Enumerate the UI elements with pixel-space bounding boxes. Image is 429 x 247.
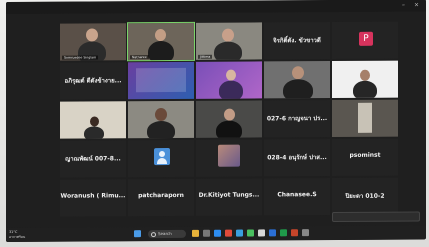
- participant-display-name: ญาณพัฒน์ 007-8...: [65, 155, 121, 163]
- participant-tile[interactable]: Natnaree: [127, 21, 195, 62]
- screen: – × Somruedee Singlam Natnaree Jittima จ…: [0, 0, 429, 247]
- taskbar-search[interactable]: Search: [148, 229, 186, 239]
- participant-tile[interactable]: [196, 139, 262, 177]
- gallery-grid: Somruedee Singlam Natnaree Jittima จิรกิ…: [60, 21, 400, 217]
- participant-tile[interactable]: [128, 139, 194, 178]
- participant-display-name: ปิยะดา 010-2: [345, 192, 385, 200]
- participant-tile[interactable]: Dr.Kitiyot Tungs...: [196, 178, 262, 216]
- participant-tile[interactable]: [264, 61, 330, 99]
- participant-face: [292, 66, 304, 80]
- participant-name: Jittima: [198, 54, 213, 59]
- participant-body: [283, 79, 313, 99]
- participant-face: [226, 69, 236, 81]
- participant-tile[interactable]: psominst: [332, 138, 398, 177]
- participant-tile[interactable]: [332, 99, 398, 138]
- default-avatar-icon: [154, 147, 170, 166]
- shared-slide-tile[interactable]: [128, 61, 194, 100]
- participant-tile[interactable]: [196, 61, 262, 99]
- task-view-icon[interactable]: [203, 229, 210, 237]
- participant-display-name: Chanasee.S: [277, 191, 317, 199]
- participant-tile[interactable]: Woranush ( Rimu...: [60, 179, 126, 217]
- participant-body: [84, 126, 104, 139]
- participant-video: [358, 102, 372, 133]
- participant-face: [155, 108, 167, 122]
- participant-tile[interactable]: Jittima: [196, 22, 262, 60]
- participant-tile[interactable]: จิรกิติ์ตัง. ขัวขาวดี: [264, 22, 330, 60]
- line-app-icon[interactable]: [247, 229, 254, 237]
- participant-name: Somruedee Singlam: [62, 55, 99, 60]
- participant-tile[interactable]: อภิรุฒต์ ดีตังข้างาย...: [60, 62, 126, 100]
- close-button[interactable]: ×: [414, 1, 419, 8]
- participant-body: [148, 40, 174, 61]
- participant-tile[interactable]: P: [332, 21, 398, 60]
- participant-display-name: 027-6 กาญจนา ปร...: [266, 115, 328, 123]
- edge-icon[interactable]: [236, 229, 243, 237]
- search-label: Search: [158, 230, 172, 237]
- participant-body: [353, 80, 377, 99]
- participant-body: [219, 80, 243, 99]
- participant-display-name: จิรกิติ์ตัง. ขัวขาวดี: [273, 37, 321, 45]
- notification-toast[interactable]: [332, 211, 420, 223]
- weather-widget[interactable]: 31°C อากาศร้อน: [9, 230, 25, 239]
- app-icon[interactable]: [302, 229, 309, 237]
- excel-icon[interactable]: [280, 229, 287, 237]
- participant-tile[interactable]: Chanasee.S: [264, 178, 330, 216]
- participant-face: [222, 28, 234, 42]
- participant-tile[interactable]: 028-4 อนุรักษ์ ปาส...: [264, 139, 330, 177]
- participant-tile[interactable]: [60, 101, 126, 139]
- participant-name: Natnaree: [130, 55, 149, 60]
- participant-tile[interactable]: ปิยะดา 010-2: [332, 177, 398, 216]
- participant-tile[interactable]: [196, 100, 262, 138]
- participant-tile[interactable]: Somruedee Singlam: [60, 23, 126, 61]
- participant-tile[interactable]: ญาณพัฒน์ 007-8...: [60, 140, 126, 178]
- participant-display-name: psominst: [349, 151, 381, 159]
- file-explorer-icon[interactable]: [192, 229, 199, 237]
- chrome-icon[interactable]: [225, 229, 232, 237]
- participant-face: [224, 108, 235, 121]
- participant-body: [216, 120, 242, 138]
- participant-display-name: 028-4 อนุรักษ์ ปาส...: [267, 154, 327, 162]
- participant-avatar: P: [359, 31, 373, 46]
- participant-photo: [218, 144, 240, 167]
- title-bar: – ×: [6, 0, 426, 15]
- participant-body: [214, 41, 242, 60]
- participant-face: [86, 28, 98, 42]
- weather-condition: อากาศร้อน: [9, 234, 26, 239]
- zoom-meeting-window: – × Somruedee Singlam Natnaree Jittima จ…: [6, 0, 426, 242]
- participant-face: [90, 116, 99, 127]
- taskbar: 31°C อากาศร้อน Search: [6, 225, 426, 242]
- participant-display-name: Dr.Kitiyot Tungs...: [198, 191, 260, 199]
- participant-display-name: อภิรุฒต์ ดีตังข้างาย...: [64, 77, 122, 85]
- powerpoint-icon[interactable]: [291, 229, 298, 237]
- participant-tile[interactable]: [332, 60, 398, 99]
- participant-tile[interactable]: [128, 100, 194, 139]
- participant-face: [360, 69, 370, 81]
- store-icon[interactable]: [258, 229, 265, 237]
- participant-tile[interactable]: 027-6 กาญจนา ปร...: [264, 100, 330, 138]
- minimize-button[interactable]: –: [402, 2, 405, 9]
- participant-face: [155, 29, 166, 42]
- search-icon: [151, 231, 156, 237]
- zoom-icon[interactable]: [214, 229, 221, 237]
- participant-display-name: patcharaporn: [138, 191, 184, 200]
- start-button-icon[interactable]: [134, 230, 141, 238]
- participant-display-name: Woranush ( Rimu...: [60, 192, 126, 200]
- participant-tile[interactable]: patcharaporn: [128, 178, 194, 217]
- slide-content: [136, 67, 186, 93]
- participant-body: [147, 120, 175, 139]
- word-icon[interactable]: [269, 229, 276, 237]
